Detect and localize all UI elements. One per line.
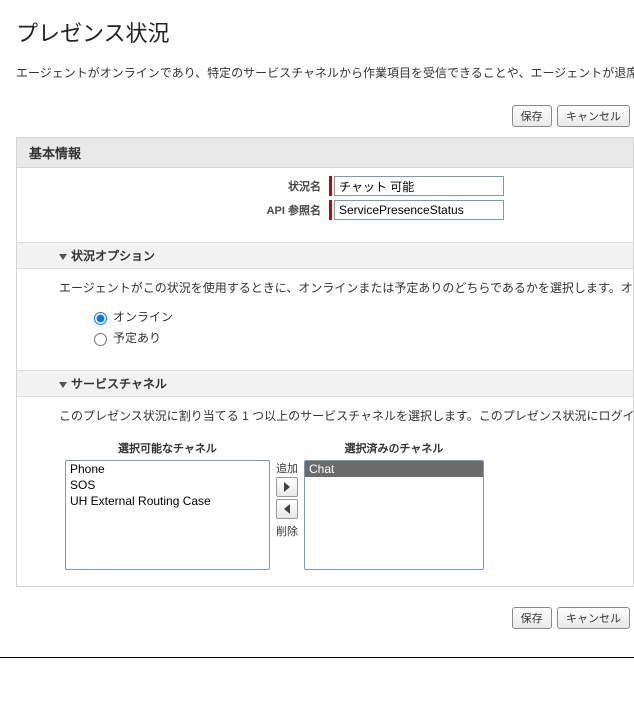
bottom-button-row: 保存 キャンセル: [16, 587, 634, 637]
busy-radio-row[interactable]: 予定あり: [89, 329, 621, 346]
list-item[interactable]: Chat: [305, 461, 483, 477]
status-options-description: エージェントがこの状況を使用するときに、オンラインまたは予定ありのどちらであるか…: [17, 269, 633, 304]
api-name-input[interactable]: [334, 200, 504, 220]
available-channels-list[interactable]: PhoneSOSUH External Routing Case: [65, 460, 270, 570]
cancel-button[interactable]: キャンセル: [557, 105, 630, 127]
save-button[interactable]: 保存: [512, 105, 552, 127]
status-radio-group: オンライン 予定あり: [17, 308, 633, 356]
online-radio-label: オンライン: [113, 308, 173, 325]
basic-info-form: 状況名 API 参照名: [17, 168, 633, 228]
status-name-label: 状況名: [29, 178, 329, 194]
list-item[interactable]: UH External Routing Case: [66, 493, 269, 509]
list-item[interactable]: SOS: [66, 477, 269, 493]
page-description: エージェントがオンラインであり、特定のサービスチャネルから作業項目を受信できるこ…: [16, 64, 634, 81]
page-title: プレゼンス状況: [16, 16, 634, 48]
remove-button[interactable]: [276, 499, 298, 519]
selected-channels-title: 選択済みのチャネル: [345, 440, 444, 456]
required-indicator: [329, 176, 332, 196]
online-radio-row[interactable]: オンライン: [89, 308, 621, 325]
cancel-button[interactable]: キャンセル: [557, 607, 630, 629]
online-radio[interactable]: [94, 312, 107, 325]
chevron-down-icon: [59, 254, 67, 260]
busy-radio-label: 予定あり: [113, 329, 161, 346]
service-channels-header[interactable]: サービスチャネル: [17, 370, 633, 397]
list-item[interactable]: Phone: [66, 461, 269, 477]
main-panel: 基本情報 状況名 API 参照名 状況オプション エージェントがこの状況を使用す…: [16, 137, 634, 587]
required-indicator: [329, 200, 332, 220]
api-name-label: API 参照名: [29, 202, 329, 218]
remove-label: 削除: [276, 523, 298, 539]
arrow-right-icon: [283, 482, 291, 492]
add-button[interactable]: [276, 477, 298, 497]
chevron-down-icon: [59, 382, 67, 388]
busy-radio[interactable]: [94, 333, 107, 346]
selected-channels-list[interactable]: Chat: [304, 460, 484, 570]
top-button-row: 保存 キャンセル: [16, 99, 634, 137]
available-channels-title: 選択可能なチャネル: [118, 440, 217, 456]
status-options-title: 状況オプション: [71, 249, 155, 263]
dual-listbox: 選択可能なチャネル PhoneSOSUH External Routing Ca…: [17, 432, 633, 586]
status-name-input[interactable]: [334, 176, 504, 196]
add-label: 追加: [276, 460, 298, 476]
basic-info-header: 基本情報: [17, 137, 633, 168]
status-options-header[interactable]: 状況オプション: [17, 242, 633, 269]
save-button[interactable]: 保存: [512, 607, 552, 629]
service-channels-description: このプレゼンス状況に割り当てる 1 つ以上のサービスチャネルを選択します。このプ…: [17, 397, 633, 432]
service-channels-title: サービスチャネル: [71, 377, 167, 391]
arrow-left-icon: [283, 504, 291, 514]
